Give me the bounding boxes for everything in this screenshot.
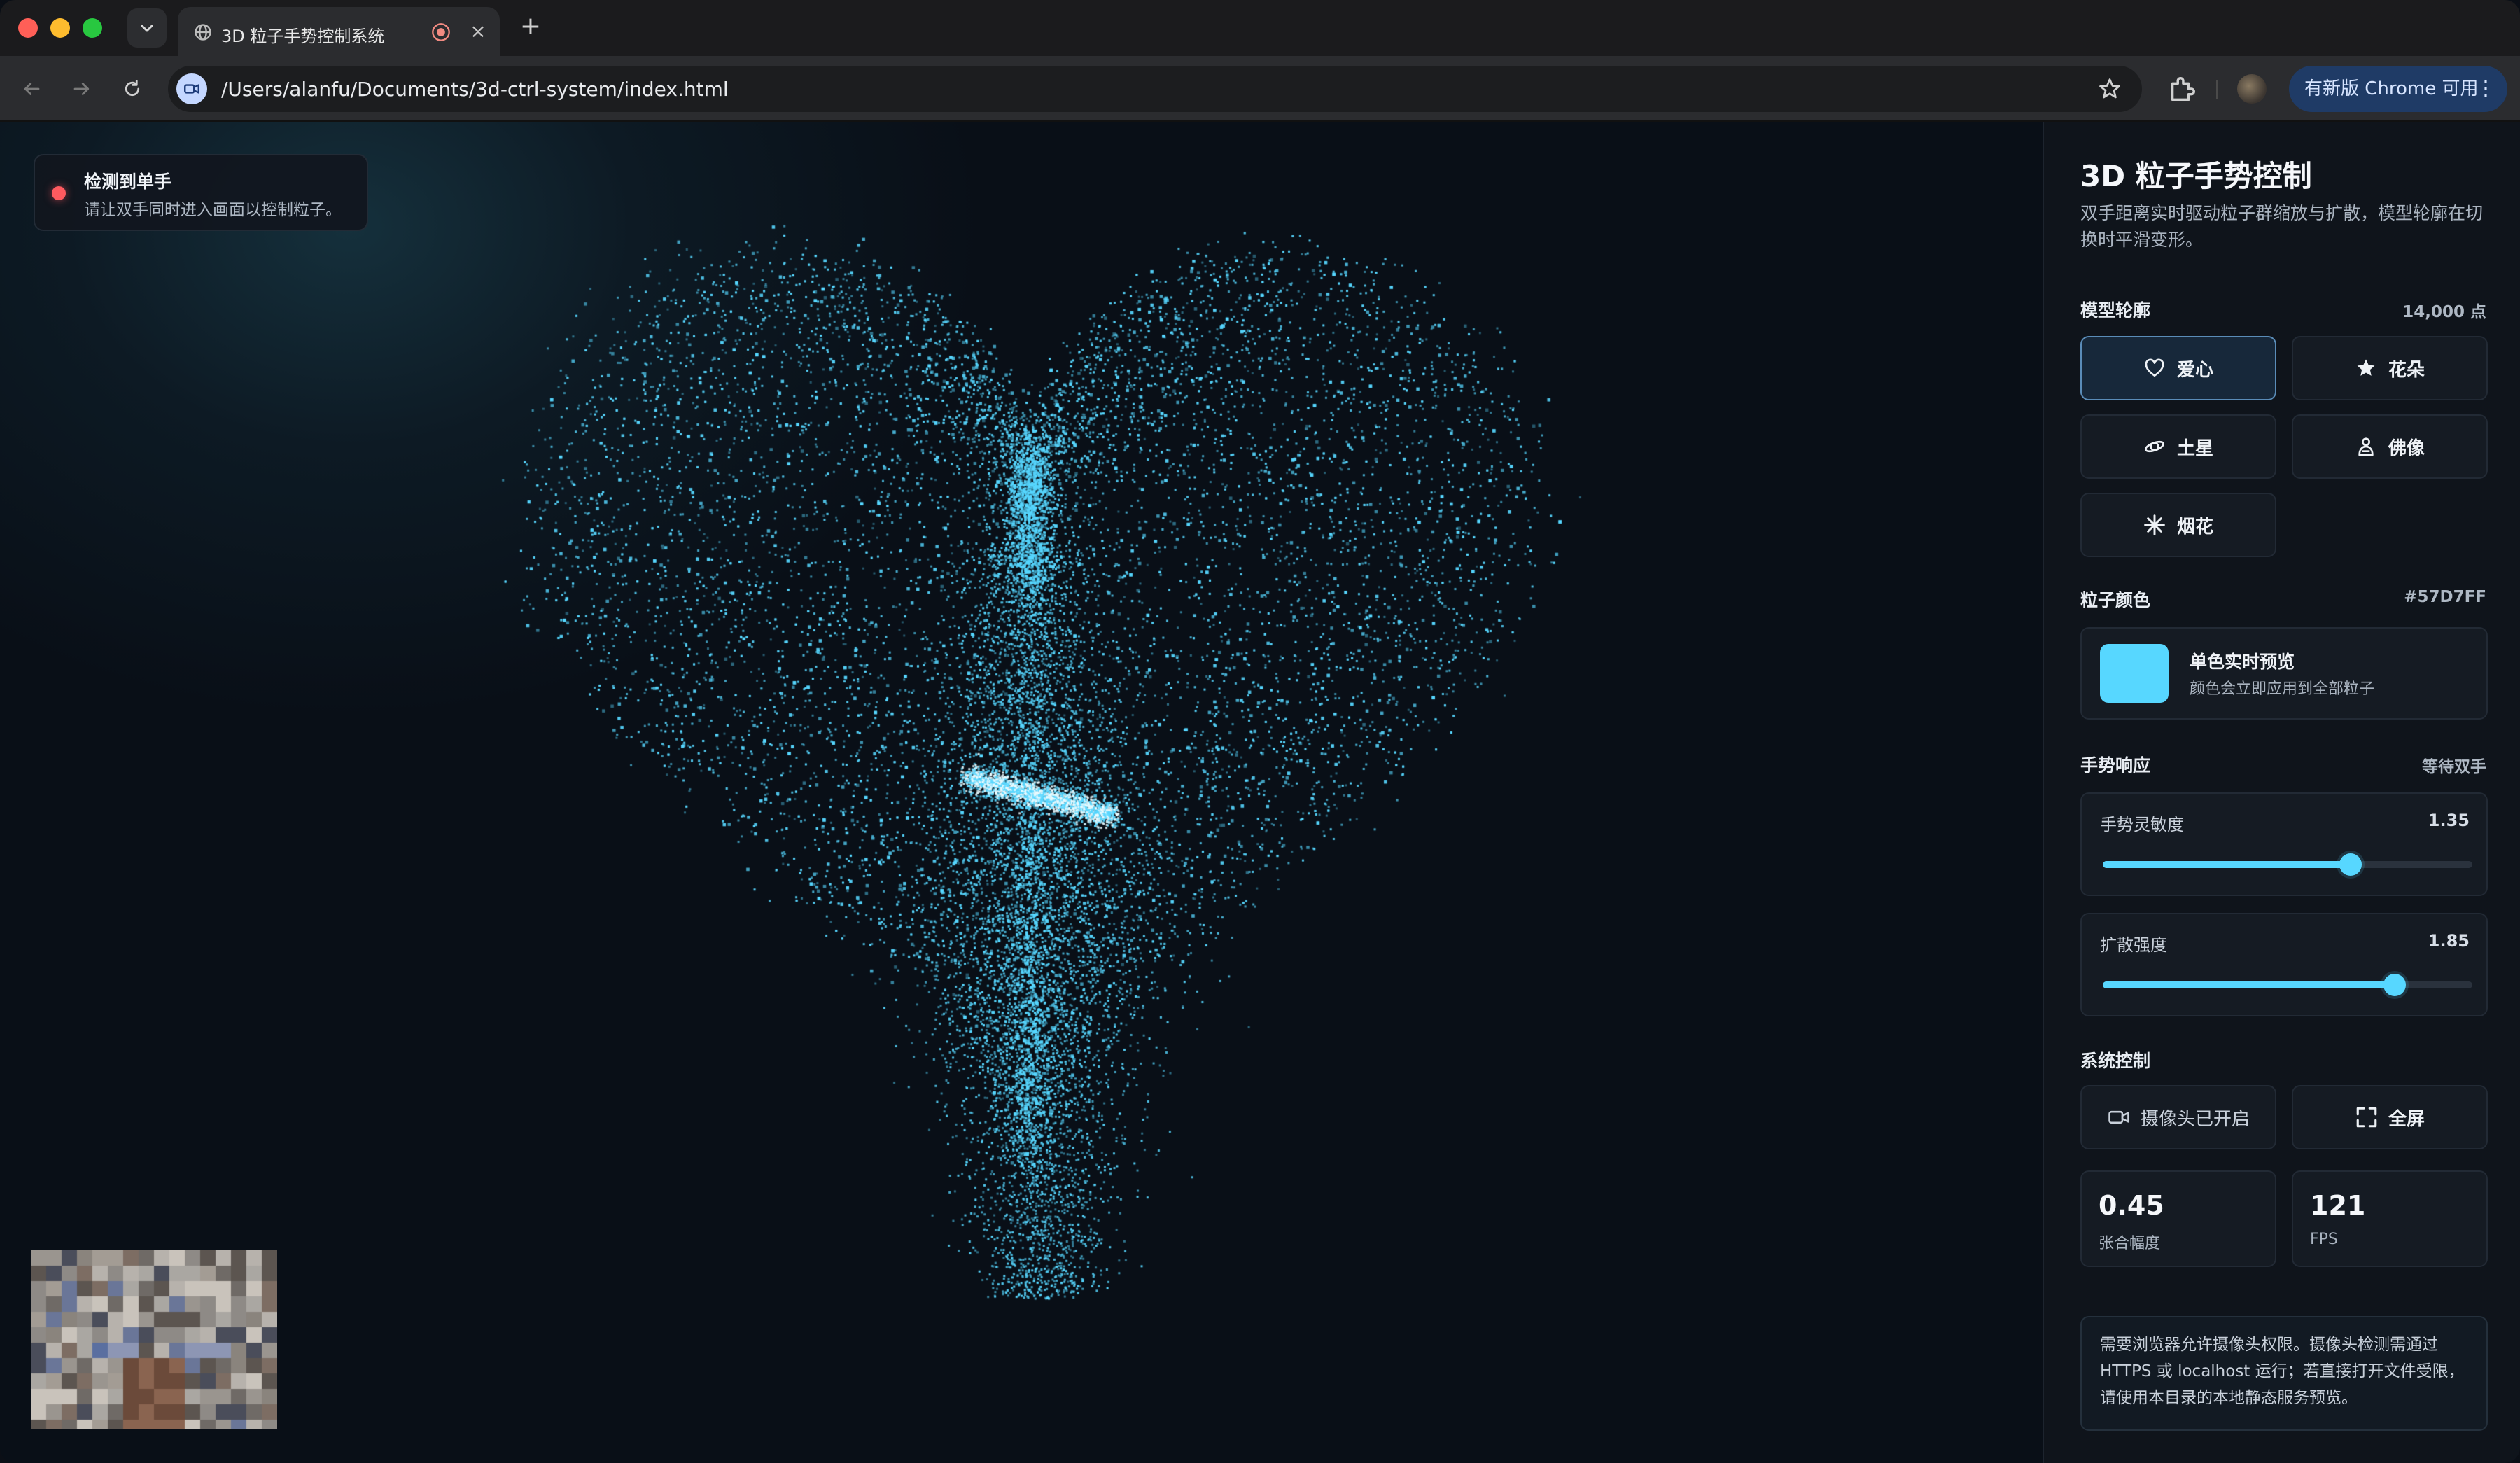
camera-button-label: 摄像头已开启 xyxy=(2140,1108,2250,1130)
particle-canvas[interactable] xyxy=(0,122,2043,1463)
panel-title: 3D 粒子手势控制 xyxy=(2080,159,2312,193)
openness-label: 张合幅度 xyxy=(2099,1235,2161,1252)
fullscreen-button[interactable]: 全屏 xyxy=(2292,1085,2488,1149)
tab-active[interactable]: 3D 粒子手势控制系统 × xyxy=(178,7,500,56)
profile-avatar[interactable] xyxy=(2237,74,2267,104)
shape-label: 爱心 xyxy=(2176,359,2213,381)
more-menu-icon[interactable]: ⋮ xyxy=(2475,66,2496,112)
url-text[interactable]: /Users/alanfu/Documents/3d-ctrl-system/i… xyxy=(221,78,729,101)
fps-stat: 121 FPS xyxy=(2292,1170,2488,1267)
shape-label: 佛像 xyxy=(2388,438,2425,459)
sensitivity-label: 手势灵敏度 xyxy=(2100,815,2184,834)
fps-value: 121 xyxy=(2310,1190,2366,1221)
toolbar-divider xyxy=(2216,80,2218,99)
diffusion-label: 扩散强度 xyxy=(2100,935,2167,955)
hand-detection-status: 检测到单手 请让双手同时进入画面以控制粒子。 xyxy=(34,154,368,231)
video-camera-icon xyxy=(2108,1110,2129,1124)
fullscreen-button-label: 全屏 xyxy=(2388,1108,2425,1130)
arrow-right-icon xyxy=(74,83,90,95)
arrow-left-icon xyxy=(24,83,40,95)
shape-button-buddha[interactable]: 佛像 xyxy=(2292,414,2488,479)
control-panel: 3D 粒子手势控制 双手距离实时驱动粒子群缩放与扩散，模型轮廓在切换时平滑变形。… xyxy=(2043,122,2520,1463)
camera-toggle-button[interactable]: 摄像头已开启 xyxy=(2080,1085,2276,1149)
shape-button-saturn[interactable]: 土星 xyxy=(2080,414,2276,479)
diffusion-value: 1.85 xyxy=(2428,931,2470,951)
shape-label: 烟花 xyxy=(2176,516,2213,538)
extensions-puzzle-icon[interactable] xyxy=(2166,73,2198,105)
shape-label: 花朵 xyxy=(2388,359,2425,381)
minimize-window-button[interactable] xyxy=(50,18,70,38)
new-tab-button[interactable]: + xyxy=(517,13,545,41)
browser-toolbar: /Users/alanfu/Documents/3d-ctrl-system/i… xyxy=(0,56,2520,122)
panel-description: 双手距离实时驱动粒子群缩放与扩散，模型轮廓在切换时平滑变形。 xyxy=(2080,203,2484,250)
sensitivity-slider-card: 手势灵敏度 1.35 xyxy=(2080,792,2488,896)
sensitivity-slider[interactable] xyxy=(2103,853,2472,876)
recording-icon xyxy=(432,23,450,41)
address-bar[interactable]: /Users/alanfu/Documents/3d-ctrl-system/i… xyxy=(168,66,2142,112)
slider-fill xyxy=(2103,861,2351,868)
firework-icon xyxy=(2144,514,2165,536)
flower-icon xyxy=(2357,359,2375,376)
sensitivity-value: 1.35 xyxy=(2428,811,2470,830)
status-title: 检测到单手 xyxy=(84,172,172,192)
shape-button-flower[interactable]: 花朵 xyxy=(2292,336,2488,400)
color-picker-card[interactable]: 单色实时预览 颜色会立即应用到全部粒子 xyxy=(2080,627,2488,720)
color-preview-description: 颜色会立即应用到全部粒子 xyxy=(2190,680,2375,698)
gesture-section-label: 手势响应 xyxy=(2080,755,2151,776)
heart-icon xyxy=(2145,358,2164,377)
globe-icon xyxy=(195,24,211,41)
slider-fill xyxy=(2103,981,2395,988)
bookmark-star-icon[interactable] xyxy=(2097,76,2122,102)
particle-count: 14,000 点 xyxy=(2402,303,2486,321)
reload-button[interactable] xyxy=(118,74,147,104)
close-window-button[interactable] xyxy=(18,18,38,38)
zoom-window-button[interactable] xyxy=(83,18,102,38)
note-text: 需要浏览器允许摄像头权限。摄像头检测需通过 HTTPS 或 localhost … xyxy=(2100,1336,2465,1407)
slider-thumb[interactable] xyxy=(2339,853,2362,876)
camera-in-use-icon xyxy=(184,84,200,94)
status-description: 请让双手同时进入画面以控制粒子。 xyxy=(84,201,342,219)
slider-thumb[interactable] xyxy=(2384,974,2407,996)
back-button[interactable] xyxy=(17,74,46,104)
color-swatch[interactable] xyxy=(2100,644,2169,703)
buddha-icon xyxy=(2358,438,2374,456)
shape-label: 土星 xyxy=(2176,438,2213,459)
fps-label: FPS xyxy=(2310,1231,2338,1248)
shape-button-firework[interactable]: 烟花 xyxy=(2080,493,2276,557)
tab-close-button[interactable]: × xyxy=(466,20,490,43)
openness-value: 0.45 xyxy=(2099,1190,2164,1221)
particle-stage[interactable]: 检测到单手 请让双手同时进入画面以控制粒子。 xyxy=(0,122,2043,1463)
tab-title: 3D 粒子手势控制系统 xyxy=(221,27,385,46)
reload-icon xyxy=(125,80,140,97)
fullscreen-icon xyxy=(2356,1107,2377,1128)
shape-button-heart[interactable]: 爱心 xyxy=(2080,336,2276,400)
camera-permission-note: 需要浏览器允许摄像头权限。摄像头检测需通过 HTTPS 或 localhost … xyxy=(2080,1316,2488,1431)
webcam-preview xyxy=(31,1250,277,1429)
chrome-update-button[interactable]: 有新版 Chrome 可用 ⋮ xyxy=(2289,66,2507,112)
model-section-label: 模型轮廓 xyxy=(2080,300,2151,321)
color-preview-title: 单色实时预览 xyxy=(2190,652,2295,672)
status-dot xyxy=(52,186,66,200)
diffusion-slider[interactable] xyxy=(2103,974,2472,996)
color-hex: #57D7FF xyxy=(2404,588,2486,606)
gesture-status: 等待双手 xyxy=(2422,758,2486,776)
tab-search-button[interactable] xyxy=(127,8,167,48)
forward-button[interactable] xyxy=(67,74,97,104)
browser-window: 3D 粒子手势控制系统 × + /Users/alanfu/Documents/… xyxy=(0,0,2520,1463)
page-content: 检测到单手 请让双手同时进入画面以控制粒子。 3D 粒子手势控制 双手距离实时驱… xyxy=(0,122,2520,1463)
color-section-label: 粒子颜色 xyxy=(2080,590,2151,610)
system-section-label: 系统控制 xyxy=(2080,1051,2151,1071)
openness-stat: 0.45 张合幅度 xyxy=(2080,1170,2276,1267)
saturn-icon xyxy=(2144,440,2164,453)
site-info-icon[interactable] xyxy=(176,74,207,104)
chevron-down-icon xyxy=(141,24,153,32)
tab-strip: 3D 粒子手势控制系统 × + xyxy=(0,0,2520,56)
diffusion-slider-card: 扩散强度 1.85 xyxy=(2080,913,2488,1016)
update-label: 有新版 Chrome 可用 xyxy=(2304,78,2479,99)
